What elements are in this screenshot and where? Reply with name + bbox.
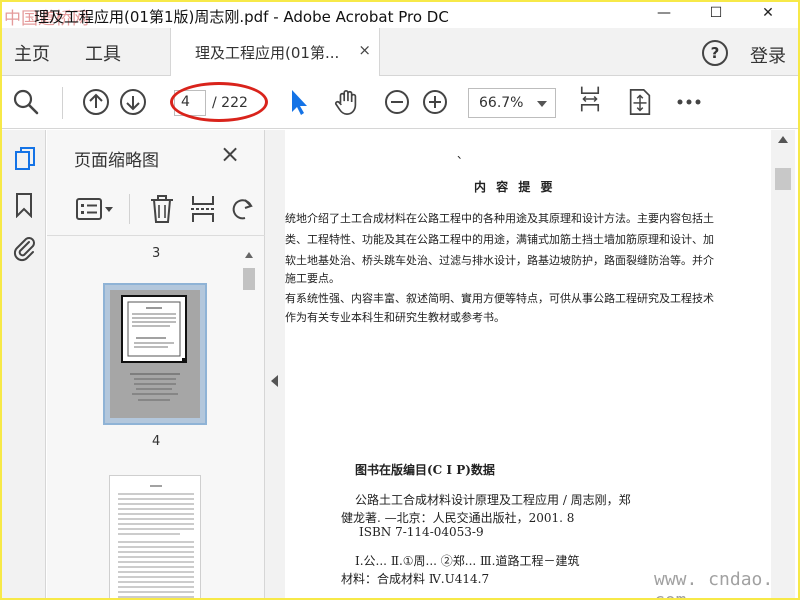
- summary-line: 统地介绍了土工合成材料在公路工程中的各种用途及其原理和设计方法。主要内容包括土: [285, 212, 714, 225]
- window-title: 理及工程应用(01第1版)周志刚.pdf - Adobe Acrobat Pro…: [34, 8, 449, 26]
- chevron-left-icon: [271, 375, 278, 387]
- hand-tool-icon[interactable]: [332, 88, 362, 116]
- next-page-icon[interactable]: [119, 88, 147, 116]
- summary-heading: 内 容 提 要: [474, 180, 556, 194]
- rotate-page-icon[interactable]: [231, 196, 255, 222]
- bookmark-icon[interactable]: [15, 192, 33, 218]
- thumbnail-content: [118, 485, 194, 598]
- panel-close-button[interactable]: ×: [220, 142, 240, 166]
- login-button[interactable]: 登录: [750, 42, 786, 68]
- attachment-icon[interactable]: [12, 234, 36, 262]
- watermark-bottom: www. cndao. com: [654, 569, 774, 598]
- select-cursor-icon[interactable]: [288, 88, 310, 116]
- cip-line: Ⅰ.公... Ⅱ.①周... ②郑... Ⅲ.道路工程－建筑: [355, 554, 580, 568]
- cip-line: 材料：合成材料 Ⅳ.U414.7: [341, 572, 490, 586]
- tab-bar: 主页 工具 理及工程应用(01第... × ? 登录: [2, 28, 798, 76]
- zoom-out-icon[interactable]: [384, 88, 410, 116]
- tools-tab[interactable]: 工具: [85, 40, 121, 66]
- panel-title: 页面缩略图: [74, 151, 159, 171]
- summary-line: 作为有关专业本科生和研究生教材或参考书。: [285, 311, 505, 324]
- thumbnail-options-icon[interactable]: [75, 196, 115, 222]
- fit-width-icon[interactable]: [576, 85, 604, 113]
- full-screen-icon[interactable]: [626, 88, 654, 116]
- extract-pages-icon[interactable]: [189, 194, 217, 224]
- panel-toolbar: [47, 182, 265, 236]
- page-thumbnails-panel: 页面缩略图 × 3 4: [47, 130, 265, 598]
- stray-mark: 、: [457, 148, 468, 161]
- delete-page-icon[interactable]: [149, 194, 175, 224]
- document-tab-label: 理及工程应用(01第...: [195, 44, 340, 62]
- cip-line: 健龙著. —北京：人民交通出版社，2001. 8: [341, 511, 575, 525]
- page-thumbnails-icon[interactable]: [14, 146, 36, 172]
- cip-title: 图书在版编目(C I P)数据: [355, 463, 495, 477]
- summary-line: 施工要点。: [285, 272, 340, 285]
- cip-line: ISBN 7-114-04053-9: [359, 525, 484, 539]
- thumbnail-page-number: 3: [152, 246, 161, 261]
- summary-line: 软土地基处治、桥头跳车处治、过滤与排水设计，路基边坡防护，路面裂缝防治等。并介: [285, 254, 714, 267]
- document-tab-close-button[interactable]: ×: [358, 41, 371, 59]
- help-button[interactable]: ?: [702, 40, 728, 66]
- page-thumbnail-selected[interactable]: [103, 283, 207, 425]
- left-navigation-rail: [2, 130, 46, 598]
- zoom-level-value: 66.7%: [479, 95, 524, 111]
- document-scrollbar[interactable]: [771, 130, 795, 598]
- acrobat-window: 中国道桥网 理及工程应用(01第1版)周志刚.pdf - Adobe Acrob…: [2, 2, 798, 598]
- cip-line: 公路土工合成材料设计原理及工程应用 / 周志刚，郑: [355, 493, 631, 507]
- thumbnail-content: [121, 295, 187, 401]
- close-window-button[interactable]: ✕: [742, 2, 794, 28]
- summary-line: 类、工程特性、功能及其在公路工程中的用途，满铺式加筋土挡土墙加筋原理和设计、加: [285, 233, 714, 246]
- document-view[interactable]: 、 内 容 提 要 统地介绍了土工合成材料在公路工程中的各种用途及其原理和设计方…: [285, 130, 771, 598]
- zoom-level-select[interactable]: 66.7%: [468, 88, 556, 118]
- title-bar: 中国道桥网 理及工程应用(01第1版)周志刚.pdf - Adobe Acrob…: [2, 2, 798, 29]
- previous-page-icon[interactable]: [82, 88, 110, 116]
- thumbnail-page-number: 4: [152, 434, 161, 449]
- panel-divider: [129, 194, 130, 224]
- document-tab[interactable]: 理及工程应用(01第... ×: [170, 28, 380, 76]
- red-annotation-oval: [170, 82, 268, 122]
- thumbnail-page-image: [110, 290, 200, 418]
- page-thumbnail[interactable]: [109, 475, 201, 598]
- toolbar-divider: [62, 87, 63, 119]
- home-tab[interactable]: 主页: [14, 40, 50, 66]
- thumbnail-scrollbar[interactable]: [241, 248, 257, 598]
- summary-line: 有系统性强、内容丰富、叙述简明、實用方便等特点，可供从事公路工程研究及工程技术: [285, 292, 714, 305]
- zoom-in-icon[interactable]: [422, 88, 448, 116]
- main-toolbar: 4 / 222 66.7%: [2, 77, 798, 129]
- maximize-button[interactable]: ☐: [690, 2, 742, 28]
- more-options-icon[interactable]: [676, 88, 702, 116]
- search-icon[interactable]: [12, 88, 40, 116]
- minimize-button[interactable]: —: [638, 2, 690, 28]
- panel-collapse-handle[interactable]: [265, 130, 285, 598]
- chevron-down-icon: [537, 101, 547, 107]
